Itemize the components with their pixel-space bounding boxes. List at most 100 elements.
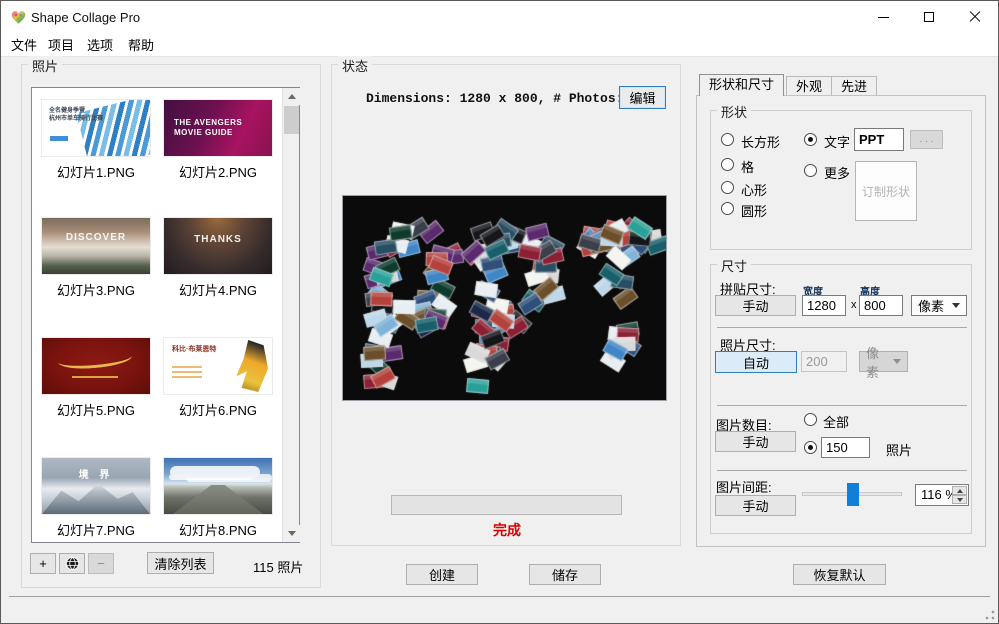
photo-size-unit-combo[interactable]: 像素 [859, 351, 908, 372]
clear-list-button[interactable]: 清除列表 [147, 552, 214, 574]
height-input[interactable] [859, 295, 903, 316]
photo-thumbnail-4[interactable]: THANKS [164, 218, 272, 274]
photo-count-unit-label: 照片 [886, 440, 912, 459]
radio-circle[interactable] [721, 202, 734, 215]
photo-size-auto-button[interactable]: 自动 [715, 351, 797, 373]
photos-groupbox: 照片 全名健身季暨杭州市单车骑行比赛 幻灯片1.PNG THE AVENGERS… [21, 64, 321, 588]
resize-grip[interactable] [985, 610, 995, 620]
photo-thumbnail-2[interactable]: THE AVENGERSMOVIE GUIDE [164, 100, 272, 156]
radio-all-photos[interactable] [804, 413, 817, 426]
close-button[interactable] [952, 1, 998, 33]
radio-grid-label: 格 [741, 157, 754, 176]
radio-text-label: 文字 [824, 132, 850, 151]
radio-count-photos[interactable] [804, 441, 817, 454]
menu-project[interactable]: 项目 [44, 36, 78, 55]
photo-caption-1: 幻灯片1.PNG [32, 162, 160, 181]
maximize-button[interactable] [906, 1, 952, 33]
tab-appearance[interactable]: 外观 [786, 76, 832, 96]
photo-size-input[interactable] [801, 351, 847, 372]
slide7-text: 境 界 [42, 466, 150, 481]
scrollbar-thumb[interactable] [284, 106, 299, 134]
photo-count-manual-button[interactable]: 手动 [715, 431, 796, 452]
menu-bar: 文件 项目 选项 帮助 [1, 33, 998, 57]
custom-shape-box[interactable]: 订制形状 [855, 161, 917, 221]
radio-all-label: 全部 [823, 412, 849, 431]
radio-heart[interactable] [721, 181, 734, 194]
photo-count-input[interactable] [821, 437, 870, 458]
menu-options[interactable]: 选项 [83, 36, 117, 55]
width-input[interactable] [802, 295, 846, 316]
title-bar: Shape Collage Pro [1, 1, 998, 33]
browse-shape-button[interactable]: . . . [910, 130, 943, 149]
dimensions-text: Dimensions: 1280 x 800, # Photos: 150 [366, 91, 655, 106]
photo-caption-3: 幻灯片3.PNG [32, 280, 160, 299]
menu-help[interactable]: 帮助 [124, 36, 158, 55]
slide8-cloud-shape [170, 466, 260, 478]
status-done-text: 完成 [332, 520, 682, 540]
restore-defaults-button[interactable]: 恢复默认 [793, 564, 886, 585]
spacing-manual-button[interactable]: 手动 [715, 495, 796, 516]
radio-grid[interactable] [721, 158, 734, 171]
size-groupbox: 尺寸 拼贴尺寸: 手动 宽度 x 高度 像素 照片尺寸: 自动 像素 [710, 264, 972, 534]
app-logo-heart-icon [10, 9, 27, 26]
radio-text[interactable] [804, 133, 817, 146]
radio-circle-label: 圆形 [741, 201, 767, 220]
photos-legend: 照片 [28, 56, 62, 75]
collage-unit-value: 像素 [918, 296, 944, 315]
tab-shape-and-size[interactable]: 形状和尺寸 [699, 74, 784, 96]
radio-more[interactable] [804, 164, 817, 177]
photo-count-text: 115 照片 [253, 557, 303, 576]
photo-thumbnail-3[interactable]: DISCOVER [42, 218, 150, 274]
photo-list[interactable]: 全名健身季暨杭州市单车骑行比赛 幻灯片1.PNG THE AVENGERSMOV… [31, 87, 300, 543]
photo-thumbnail-7[interactable]: 境 界 [42, 458, 150, 514]
spacing-slider-handle[interactable] [847, 483, 859, 506]
photo-thumbnail-5[interactable] [42, 338, 150, 394]
radio-rectangle-label: 长方形 [741, 132, 780, 151]
slide8-road-shape [164, 485, 272, 514]
spin-down-icon [957, 498, 963, 502]
photo-caption-5: 幻灯片5.PNG [32, 400, 160, 419]
slide2-text-line2: MOVIE GUIDE [174, 128, 233, 137]
maximize-icon [924, 12, 934, 22]
add-web-photos-button[interactable] [59, 553, 85, 574]
tab-advanced[interactable]: 先进 [831, 76, 877, 96]
scroll-up-button[interactable] [283, 88, 300, 105]
size-legend: 尺寸 [717, 256, 751, 275]
collage-preview-frame [342, 195, 667, 401]
radio-more-label: 更多 [824, 163, 850, 182]
scroll-down-icon [288, 531, 296, 536]
menu-file[interactable]: 文件 [7, 36, 41, 55]
shape-size-tab-panel: 形状 长方形 格 心形 圆形 文字 . . . 更多 订制形状 尺寸 拼贴尺寸:… [696, 95, 986, 547]
collage-unit-combo[interactable]: 像素 [911, 295, 967, 316]
collage-size-manual-button[interactable]: 手动 [715, 295, 796, 316]
collage-preview [343, 196, 666, 400]
photo-size-unit-value: 像素 [866, 343, 887, 381]
photo-list-scrollbar[interactable] [282, 88, 299, 542]
edit-button[interactable]: 编辑 [619, 86, 666, 109]
scroll-down-button[interactable] [283, 525, 300, 542]
radio-heart-label: 心形 [741, 180, 767, 199]
spin-up-icon [957, 489, 963, 493]
close-icon [969, 11, 981, 23]
remove-photo-button[interactable]: − [88, 553, 114, 574]
window-title: Shape Collage Pro [31, 10, 140, 25]
photo-thumbnail-6[interactable]: 科比·布莱恩特 [164, 338, 272, 394]
photo-thumbnail-8[interactable] [164, 458, 272, 514]
shape-groupbox: 形状 长方形 格 心形 圆形 文字 . . . 更多 订制形状 [710, 110, 972, 250]
slide6-stats-shape [172, 364, 202, 378]
photo-thumbnail-1[interactable]: 全名健身季暨杭州市单车骑行比赛 [42, 100, 150, 156]
save-button[interactable]: 储存 [529, 564, 601, 585]
create-button[interactable]: 创建 [406, 564, 478, 585]
minimize-button[interactable] [860, 1, 906, 33]
status-groupbox: 状态 Dimensions: 1280 x 800, # Photos: 150… [331, 64, 681, 546]
status-legend: 状态 [338, 56, 372, 75]
radio-rectangle[interactable] [721, 133, 734, 146]
shape-legend: 形状 [717, 102, 751, 121]
spacing-decrement-button[interactable] [952, 495, 967, 504]
spacing-label: 图片间距: [716, 477, 772, 496]
spacing-increment-button[interactable] [952, 486, 967, 495]
slide1-text-line2: 杭州市单车骑行比赛 [49, 116, 103, 122]
shape-text-input[interactable] [854, 128, 904, 151]
add-photos-button[interactable]: + [30, 553, 56, 574]
combo-arrow-icon [952, 303, 960, 308]
